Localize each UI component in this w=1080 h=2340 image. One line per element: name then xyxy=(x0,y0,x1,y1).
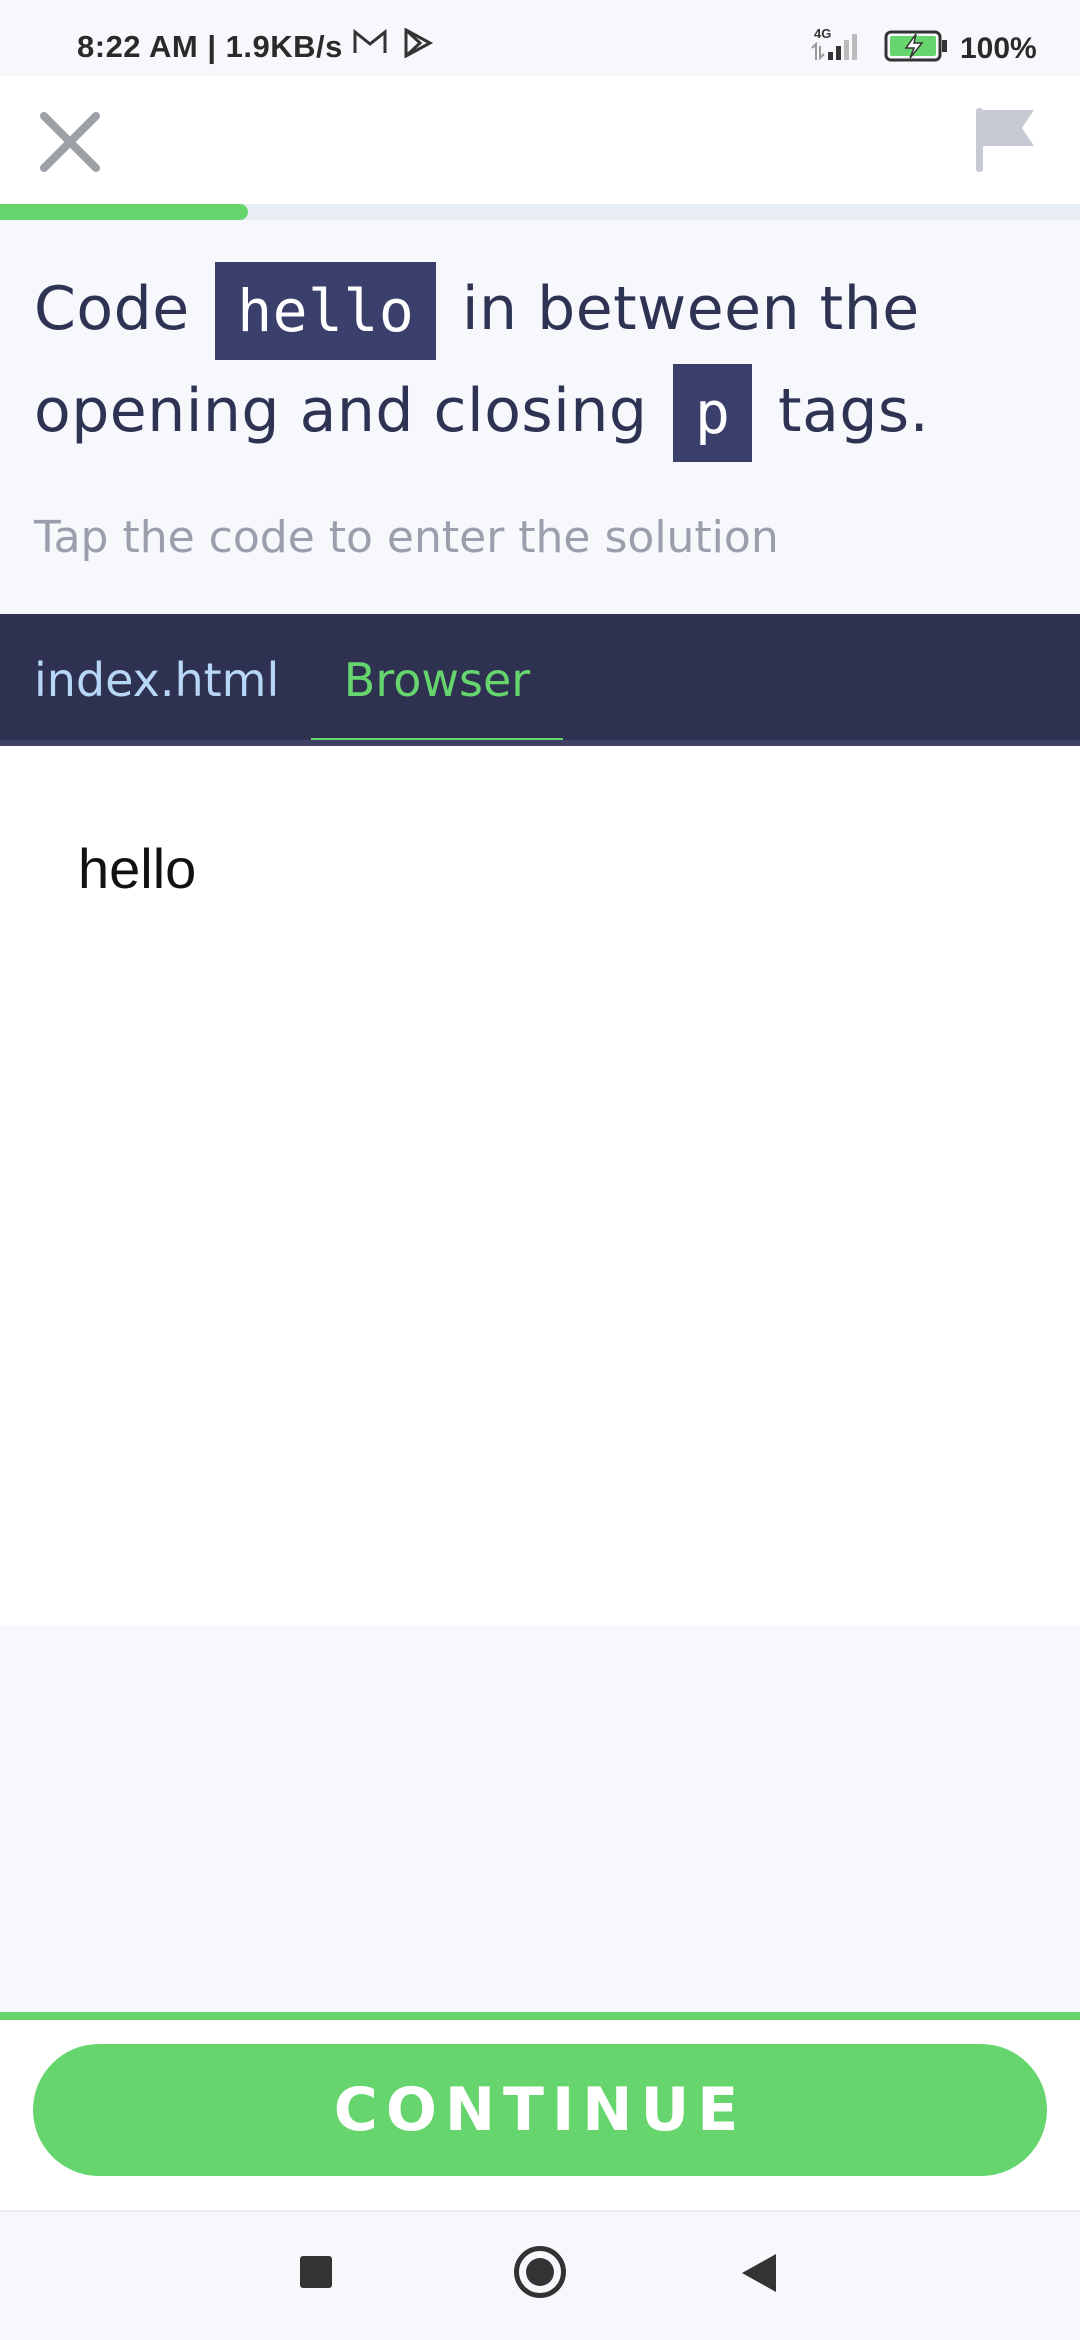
mail-icon xyxy=(352,28,388,64)
recents-button[interactable] xyxy=(300,2256,332,2288)
question-prompt: Code hello in between the opening and cl… xyxy=(34,258,1044,462)
question-text-part3: tags. xyxy=(778,376,930,446)
screen: 8:22 AM | 1.9KB/s 4G 100% Code hello in … xyxy=(0,0,1080,2340)
status-bar: 8:22 AM | 1.9KB/s 4G 100% xyxy=(0,0,1080,76)
back-button[interactable] xyxy=(742,2254,776,2292)
top-bar xyxy=(0,76,1080,204)
signal-icon: 4G xyxy=(808,26,870,72)
code-chip-p: p xyxy=(673,364,753,462)
close-icon xyxy=(40,112,100,172)
lesson-progress-bar xyxy=(0,204,1080,220)
lesson-progress-fill xyxy=(0,204,249,220)
question-text-part1: Code xyxy=(34,274,190,344)
bottom-action-area: CONTINUE xyxy=(0,2020,1080,2210)
report-flag-button[interactable] xyxy=(970,104,1042,176)
tab-browser[interactable]: Browser xyxy=(311,614,563,746)
home-button[interactable] xyxy=(514,2246,566,2298)
result-accent-line xyxy=(0,2012,1080,2020)
status-time: 8:22 AM | 1.9KB/s xyxy=(77,29,343,64)
flag-icon xyxy=(976,108,1034,172)
battery-charging-icon xyxy=(884,30,950,70)
continue-button[interactable]: CONTINUE xyxy=(33,2044,1047,2176)
system-nav-bar xyxy=(0,2212,1080,2340)
browser-preview: hello xyxy=(0,746,1080,1626)
svg-text:4G: 4G xyxy=(814,26,831,41)
instruction-hint: Tap the code to enter the solution xyxy=(34,512,779,563)
browser-output-text: hello xyxy=(78,837,197,900)
close-button[interactable] xyxy=(34,106,106,178)
play-store-icon xyxy=(402,27,434,66)
tab-index-html[interactable]: index.html xyxy=(34,614,279,746)
code-chip-hello: hello xyxy=(215,262,437,360)
editor-tabs: index.html Browser xyxy=(0,614,1080,746)
battery-percentage: 100% xyxy=(960,32,1037,65)
